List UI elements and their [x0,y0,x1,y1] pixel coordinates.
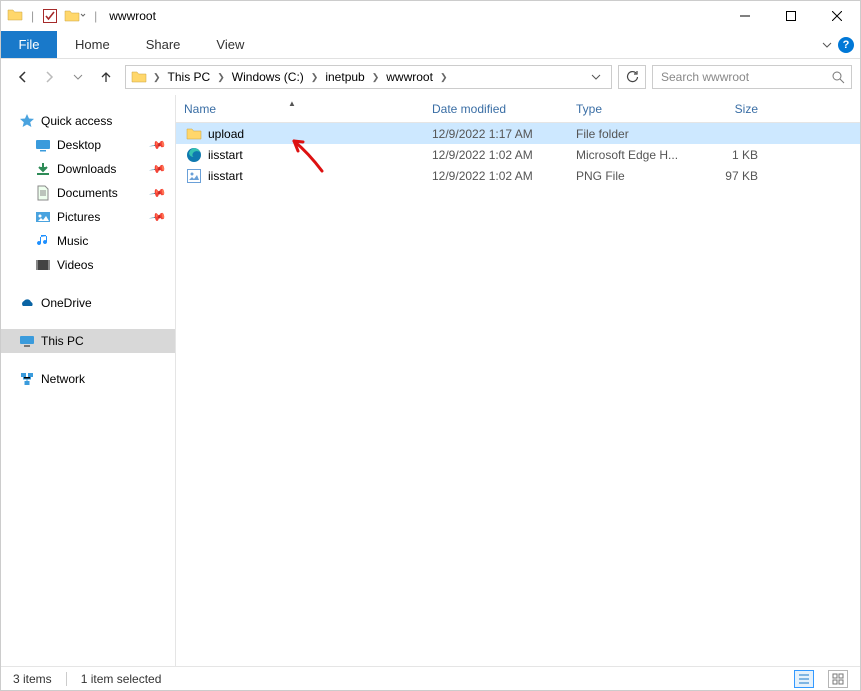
sidebar-item-label: Pictures [57,210,100,224]
breadcrumb-drive[interactable]: Windows (C:) [228,66,308,88]
separator: | [29,9,36,23]
recent-dropdown[interactable] [65,64,91,90]
chevron-right-icon[interactable]: ❯ [151,72,163,83]
status-bar: 3 items 1 item selected [1,666,860,690]
file-size: 97 KB [696,169,776,183]
file-type: PNG File [576,169,696,183]
titlebar: | | wwwroot [1,1,860,31]
up-button[interactable] [93,64,119,90]
sidebar-item-label: This PC [41,334,84,348]
close-button[interactable] [814,1,860,31]
sidebar-item-label: Documents [57,186,118,200]
sidebar-downloads[interactable]: Downloads 📌 [1,157,175,181]
file-date: 12/9/2022 1:02 AM [432,169,576,183]
navigation-row: ❯ This PC ❯ Windows (C:) ❯ inetpub ❯ www… [1,59,860,95]
sidebar-item-label: OneDrive [41,296,92,310]
column-date[interactable]: Date modified [432,102,576,116]
folder-icon [186,126,202,142]
forward-button[interactable] [37,64,63,90]
breadcrumb-wwwroot[interactable]: wwwroot [382,66,437,88]
breadcrumb-this-pc[interactable]: This PC [164,66,215,88]
sidebar-item-label: Downloads [57,162,116,176]
navigation-pane: Quick access Desktop 📌 Downloads 📌 Docum… [1,95,176,666]
sidebar-desktop[interactable]: Desktop 📌 [1,133,175,157]
chevron-right-icon[interactable]: ❯ [215,72,227,83]
sidebar-network[interactable]: Network [1,367,175,391]
file-name: upload [208,127,244,141]
window-title: wwwroot [109,9,156,23]
sidebar-onedrive[interactable]: OneDrive [1,291,175,315]
search-input[interactable] [659,69,831,85]
file-size: 1 KB [696,148,776,162]
folder-icon [7,7,23,26]
column-headers: Name ▲ Date modified Type Size [176,95,860,123]
file-type: Microsoft Edge H... [576,148,696,162]
minimize-button[interactable] [722,1,768,31]
ribbon: File Home Share View ? [1,31,860,59]
separator: | [92,9,99,23]
sidebar-music[interactable]: Music [1,229,175,253]
pin-icon: 📌 [149,136,168,155]
file-name: iisstart [208,169,243,183]
explorer-window: | | wwwroot File Home Share View ? [0,0,861,691]
sidebar-item-label: Network [41,372,85,386]
help-icon[interactable]: ? [838,37,854,53]
file-date: 12/9/2022 1:02 AM [432,148,576,162]
folder-dropdown-icon[interactable] [64,8,86,24]
maximize-button[interactable] [768,1,814,31]
sidebar-item-label: Music [57,234,88,248]
sidebar-documents[interactable]: Documents 📌 [1,181,175,205]
sidebar-quick-access[interactable]: Quick access [1,109,175,133]
sidebar-videos[interactable]: Videos [1,253,175,277]
file-type: File folder [576,127,696,141]
file-row[interactable]: iisstart 12/9/2022 1:02 AM PNG File 97 K… [176,165,860,186]
sidebar-this-pc[interactable]: This PC [1,329,175,353]
view-tab[interactable]: View [198,31,262,58]
file-list-pane: Name ▲ Date modified Type Size upload 12… [176,95,860,666]
file-tab[interactable]: File [1,31,57,58]
breadcrumb-inetpub[interactable]: inetpub [321,66,368,88]
chevron-right-icon[interactable]: ❯ [309,72,321,83]
chevron-right-icon[interactable]: ❯ [438,72,450,83]
sort-indicator-icon: ▲ [288,99,296,108]
home-tab[interactable]: Home [57,31,128,58]
status-selection: 1 item selected [81,672,162,686]
edge-icon [186,147,202,163]
pin-icon: 📌 [149,208,168,227]
column-type[interactable]: Type [576,102,696,116]
file-row[interactable]: upload 12/9/2022 1:17 AM File folder [176,123,860,144]
back-button[interactable] [9,64,35,90]
status-item-count: 3 items [13,672,52,686]
thumbnails-view-button[interactable] [828,670,848,688]
search-box[interactable] [652,65,852,89]
image-file-icon [186,168,202,184]
folder-icon [128,69,150,85]
chevron-right-icon[interactable]: ❯ [370,72,382,83]
pin-icon: 📌 [149,160,168,179]
address-dropdown[interactable] [591,72,611,82]
pin-icon: 📌 [149,184,168,203]
checkbox-icon[interactable] [42,8,58,24]
sidebar-item-label: Quick access [41,114,112,128]
sidebar-pictures[interactable]: Pictures 📌 [1,205,175,229]
share-tab[interactable]: Share [128,31,199,58]
file-row[interactable]: iisstart 12/9/2022 1:02 AM Microsoft Edg… [176,144,860,165]
quick-access-toolbar: | | wwwroot [7,7,156,26]
sidebar-item-label: Videos [57,258,93,272]
search-icon[interactable] [831,70,845,84]
divider [66,672,67,686]
address-bar[interactable]: ❯ This PC ❯ Windows (C:) ❯ inetpub ❯ www… [125,65,612,89]
details-view-button[interactable] [794,670,814,688]
refresh-button[interactable] [618,65,646,89]
file-date: 12/9/2022 1:17 AM [432,127,576,141]
file-name: iisstart [208,148,243,162]
chevron-down-icon[interactable] [822,40,832,50]
body: Quick access Desktop 📌 Downloads 📌 Docum… [1,95,860,666]
column-name[interactable]: Name ▲ [176,102,432,116]
file-rows: upload 12/9/2022 1:17 AM File folder iis… [176,123,860,666]
column-size[interactable]: Size [696,102,776,116]
sidebar-item-label: Desktop [57,138,101,152]
